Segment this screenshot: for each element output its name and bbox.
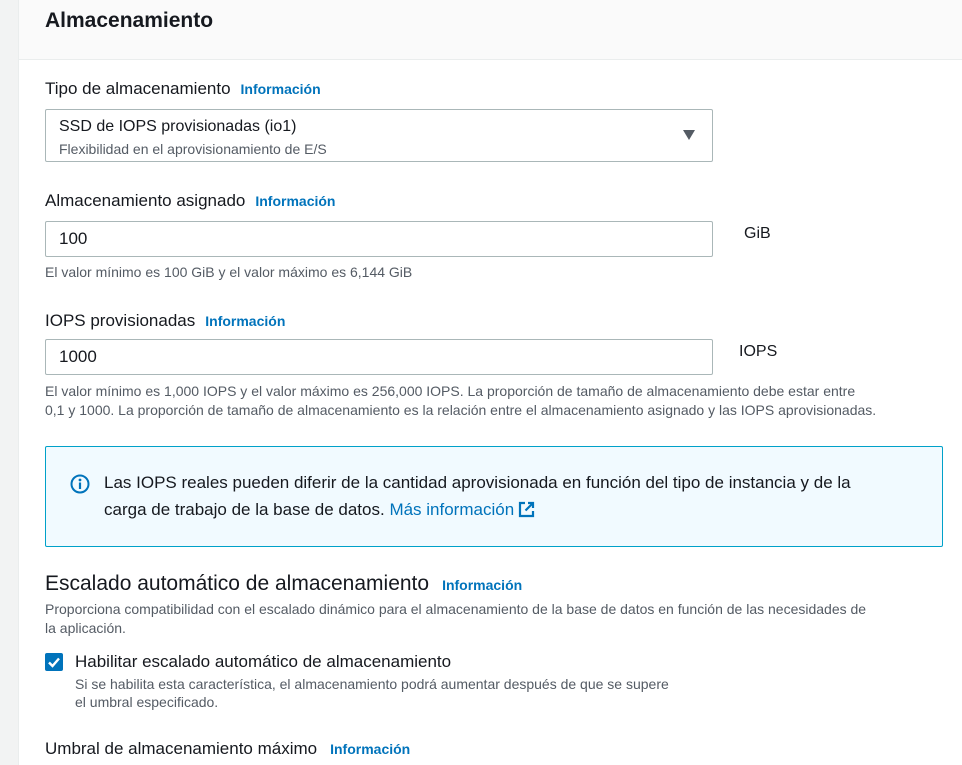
autoscaling-description-line1: Proporciona compatibilidad con el escala… xyxy=(45,601,867,617)
storage-type-label: Tipo de almacenamiento xyxy=(45,79,231,98)
allocated-storage-unit: GiB xyxy=(744,225,771,242)
storage-type-selected-value: SSD de IOPS provisionadas (io1) xyxy=(59,118,297,135)
panel-header: Almacenamiento xyxy=(19,0,962,60)
max-threshold-label: Umbral de almacenamiento máximo xyxy=(45,739,318,758)
iops-label-row: IOPS provisionadas Información xyxy=(45,311,285,331)
allocated-storage-label-row: Almacenamiento asignado Información xyxy=(45,191,335,211)
storage-type-info-link[interactable]: Información xyxy=(241,81,321,97)
autoscaling-title-row: Escalado automático de almacenamiento Inf… xyxy=(45,572,522,596)
storage-panel: Almacenamiento Tipo de almacenamiento Inf… xyxy=(18,0,962,765)
iops-hint-line1: El valor mínimo es 1,000 IOPS y el valor… xyxy=(45,383,856,399)
external-link-icon xyxy=(519,501,535,518)
iops-label: IOPS provisionadas xyxy=(45,311,196,330)
enable-autoscaling-label[interactable]: Habilitar escalado automático de almacen… xyxy=(75,652,451,672)
info-circle-icon xyxy=(70,474,90,494)
autoscaling-checkbox-hint-line1: Si se habilita esta característica, el a… xyxy=(75,676,669,692)
checkmark-icon xyxy=(48,657,60,668)
autoscaling-info-link[interactable]: Información xyxy=(442,577,522,593)
autoscaling-checkbox-hint-line2: el umbral especificado. xyxy=(75,694,219,710)
allocated-storage-hint: El valor mínimo es 100 GiB y el valor má… xyxy=(45,264,413,280)
max-threshold-label-row: Umbral de almacenamiento máximo Informaci… xyxy=(45,739,410,759)
autoscaling-description-line2: la aplicación. xyxy=(45,620,126,636)
max-threshold-info-link[interactable]: Información xyxy=(330,741,410,757)
iops-hint-line2: 0,1 y 1000. La proporción de tamaño de a… xyxy=(45,402,877,418)
storage-type-description: Flexibilidad en el aprovisionamiento de … xyxy=(59,141,327,157)
iops-unit: IOPS xyxy=(739,343,778,360)
allocated-storage-input[interactable] xyxy=(45,221,713,257)
alert-message: Las IOPS reales pueden diferir de la can… xyxy=(104,469,924,523)
storage-type-select[interactable]: SSD de IOPS provisionadas (io1) Flexibil… xyxy=(45,109,713,162)
iops-info-link[interactable]: Información xyxy=(205,313,285,329)
iops-input[interactable] xyxy=(45,339,713,375)
alert-text-line2: carga de trabajo de la base de datos. xyxy=(104,500,385,519)
alert-text-line1: Las IOPS reales pueden diferir de la can… xyxy=(104,473,851,492)
enable-autoscaling-checkbox[interactable] xyxy=(45,653,63,671)
autoscaling-title: Escalado automático de almacenamiento xyxy=(45,572,430,595)
panel-title: Almacenamiento xyxy=(45,9,214,32)
allocated-storage-label: Almacenamiento asignado xyxy=(45,191,246,210)
allocated-storage-info-link[interactable]: Información xyxy=(255,193,335,209)
storage-type-label-row: Tipo de almacenamiento Información xyxy=(45,79,321,99)
more-info-link-label: Más información xyxy=(389,500,515,519)
caret-down-icon xyxy=(683,130,695,140)
more-info-link[interactable]: Más información xyxy=(389,500,535,519)
info-alert: Las IOPS reales pueden diferir de la can… xyxy=(45,446,943,547)
